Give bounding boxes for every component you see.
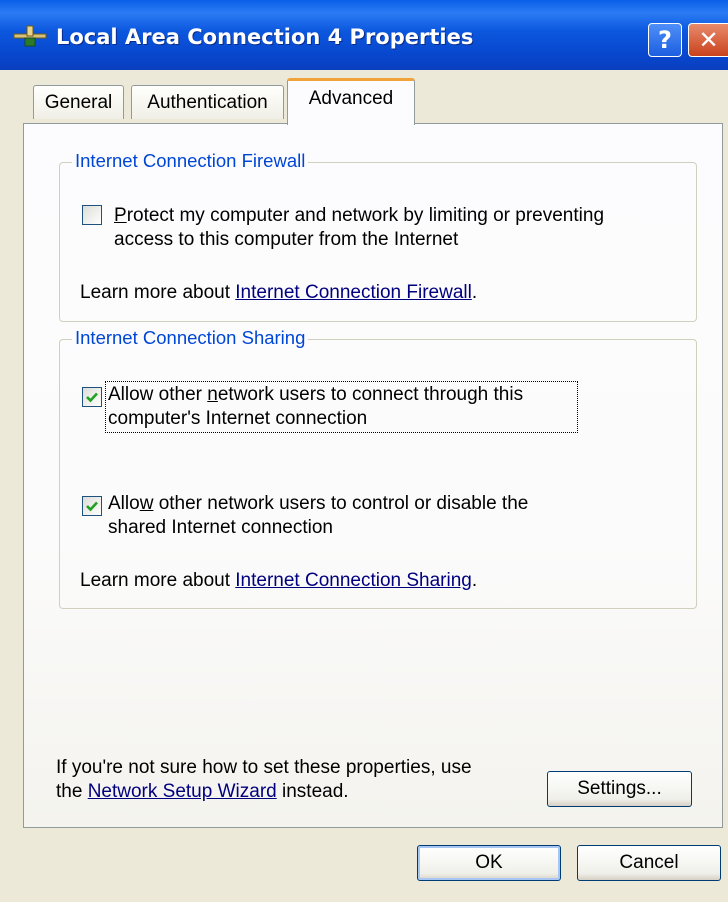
help-button[interactable]: ?: [648, 23, 682, 57]
allow-connect-label-line1[interactable]: Allow other network users to connect thr…: [108, 383, 523, 407]
allow-connect-access-key: n: [207, 384, 218, 405]
sharing-group-title: Internet Connection Sharing: [72, 327, 309, 349]
tab-authentication[interactable]: Authentication: [131, 85, 284, 119]
firewall-access-key: P: [114, 205, 127, 226]
setup-hint-suffix: instead.: [276, 781, 349, 802]
allow-control-access-key: w: [139, 493, 154, 514]
sharing-learn-prefix: Learn more about: [80, 570, 236, 591]
allow-connect-rest: etwork users to connect through this: [217, 384, 524, 405]
allow-connect-checkbox[interactable]: [82, 387, 102, 407]
properties-dialog: Local Area Connection 4 Properties ? ✕ G…: [0, 0, 728, 902]
firewall-group-title: Internet Connection Firewall: [72, 150, 309, 172]
sharing-learn-suffix: .: [471, 570, 478, 591]
checkmark-icon: [86, 392, 98, 403]
allow-control-label-line2[interactable]: shared Internet connection: [108, 516, 333, 540]
firewall-learn-prefix: Learn more about: [80, 282, 236, 303]
setup-hint-line2: the Network Setup Wizard instead.: [56, 780, 349, 804]
window-title: Local Area Connection 4 Properties: [56, 25, 474, 49]
allow-connect-prefix: Allow other: [108, 384, 208, 405]
firewall-learn-more: Learn more about Internet Connection Fir…: [80, 281, 477, 305]
advanced-tab-panel: Internet Connection Firewall Protect my …: [23, 123, 723, 828]
firewall-checkbox[interactable]: [82, 205, 102, 225]
firewall-label-rest: rotect my computer and network by limiti…: [126, 205, 605, 226]
allow-control-rest: other network users to control or disabl…: [153, 493, 529, 514]
network-setup-wizard-link[interactable]: Network Setup Wizard: [88, 781, 277, 802]
cancel-button[interactable]: Cancel: [577, 845, 721, 881]
firewall-help-link[interactable]: Internet Connection Firewall: [235, 282, 472, 303]
firewall-checkbox-label-line2[interactable]: access to this computer from the Interne…: [114, 228, 458, 252]
tab-general[interactable]: General: [33, 85, 124, 119]
firewall-checkbox-label-line1[interactable]: Protect my computer and network by limit…: [114, 204, 604, 228]
close-button[interactable]: ✕: [688, 23, 728, 57]
firewall-learn-suffix: .: [471, 282, 478, 303]
checkmark-icon: [86, 501, 98, 512]
settings-button[interactable]: Settings...: [547, 771, 692, 807]
ok-button[interactable]: OK: [417, 845, 561, 881]
network-connection-icon: [13, 25, 47, 47]
setup-hint-prefix: the: [56, 781, 88, 802]
title-bar[interactable]: Local Area Connection 4 Properties ? ✕: [0, 0, 728, 70]
tab-advanced[interactable]: Advanced: [287, 78, 415, 125]
allow-control-checkbox[interactable]: [82, 496, 102, 516]
setup-hint-line1: If you're not sure how to set these prop…: [56, 757, 472, 778]
sharing-learn-more: Learn more about Internet Connection Sha…: [80, 569, 477, 593]
allow-connect-label-line2[interactable]: computer's Internet connection: [108, 407, 367, 431]
allow-control-label-line1[interactable]: Allow other network users to control or …: [108, 492, 528, 516]
allow-control-prefix: Allo: [108, 493, 140, 514]
sharing-help-link[interactable]: Internet Connection Sharing: [235, 570, 472, 591]
